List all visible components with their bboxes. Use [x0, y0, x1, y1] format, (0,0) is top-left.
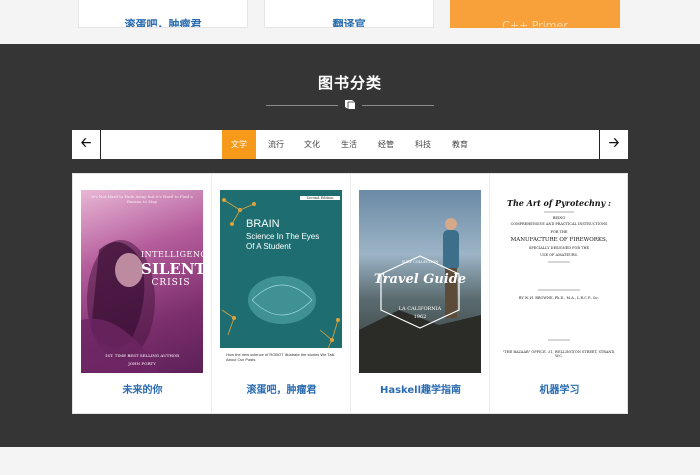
cover-headline-2: SILENT: [141, 260, 203, 278]
book-cover[interactable]: The Art of Pyrotechny : BEING COMPREHENS…: [498, 190, 620, 373]
book-card[interactable]: It's Not Hard to Fade Away but it's Hard…: [73, 174, 212, 413]
title-divider: [266, 98, 434, 112]
cover-year: 1962: [413, 314, 427, 320]
cover-headline-2: Science In The Eyes: [246, 232, 320, 241]
cover-tagline: It's Not Hard to Fade Away but it's Hard…: [91, 194, 193, 204]
book-cover[interactable]: SURF COLLECTION Travel Guide LA CALIFORN…: [359, 190, 481, 373]
top-book-title[interactable]: 翻译官: [333, 16, 366, 27]
top-book-card[interactable]: 滚蛋吧，肿瘤君: [78, 0, 248, 28]
section-title: 图书分类: [317, 74, 382, 92]
book-category-section: 图书分类 🡠 文学 流行 文化 生活 经管 科技 教育 🡢 It's Not H…: [0, 44, 700, 447]
book-card[interactable]: The Art of Pyrotechny : BEING COMPREHENS…: [490, 174, 629, 413]
book-title[interactable]: 未来的你: [73, 381, 212, 396]
cover-headline-3: Of A Student: [246, 242, 291, 251]
top-strip: 滚蛋吧，肿瘤君 翻译官 C++ Primer: [0, 0, 700, 44]
book-cover[interactable]: It's Not Hard to Fade Away but it's Hard…: [81, 190, 203, 373]
top-book-card-highlighted[interactable]: C++ Primer: [450, 0, 620, 28]
tab-life[interactable]: 生活: [332, 130, 366, 159]
cover-footer: How the new science of ROBOT Illustrate …: [226, 352, 335, 362]
bottom-strip: [0, 447, 700, 475]
book-list: It's Not Hard to Fade Away but it's Hard…: [72, 173, 628, 414]
cover-headline-1: INTELLIGENCE: [141, 250, 203, 259]
tab-technology[interactable]: 科技: [406, 130, 440, 159]
cover-headline-1: BRAIN: [246, 218, 280, 230]
tab-education[interactable]: 教育: [443, 130, 477, 159]
top-book-title[interactable]: C++ Primer: [502, 19, 568, 27]
top-book-title[interactable]: 滚蛋吧，肿瘤君: [125, 16, 202, 27]
cover-subtitle: LA CALIFORNIA: [398, 306, 442, 312]
cover-author: JOHN FORTY: [128, 361, 156, 366]
tab-economics[interactable]: 经管: [369, 130, 403, 159]
arrow-left-icon[interactable]: 🡠: [72, 130, 101, 159]
cover-badge: Second Edition: [300, 196, 340, 200]
cover-headline-3: CRISIS: [151, 278, 191, 288]
book-icon: [345, 100, 355, 109]
tab-culture[interactable]: 文化: [295, 130, 329, 159]
book-title[interactable]: 滚蛋吧，肿瘤君: [212, 381, 351, 396]
arrow-right-icon[interactable]: 🡢: [599, 130, 628, 159]
book-cover[interactable]: Second Edition BRAIN Science In The Eyes…: [220, 190, 342, 373]
book-title[interactable]: Haskell趣学指南: [351, 381, 490, 396]
book-card[interactable]: SURF COLLECTION Travel Guide LA CALIFORN…: [351, 174, 490, 413]
cover-tagline: SURF COLLECTION: [401, 260, 439, 264]
book-title[interactable]: 机器学习: [490, 381, 629, 396]
cover-headline: Travel Guide: [373, 272, 467, 287]
top-book-card[interactable]: 翻译官: [264, 0, 434, 28]
tab-literature[interactable]: 文学: [222, 130, 256, 159]
category-tab-bar: 🡠 文学 流行 文化 生活 经管 科技 教育 🡢: [72, 130, 628, 159]
tab-popular[interactable]: 流行: [259, 130, 293, 159]
cover-footer: 1ST. TIME BEST SELLING AUTHOR: [104, 353, 180, 358]
book-card[interactable]: Second Edition BRAIN Science In The Eyes…: [212, 174, 351, 413]
